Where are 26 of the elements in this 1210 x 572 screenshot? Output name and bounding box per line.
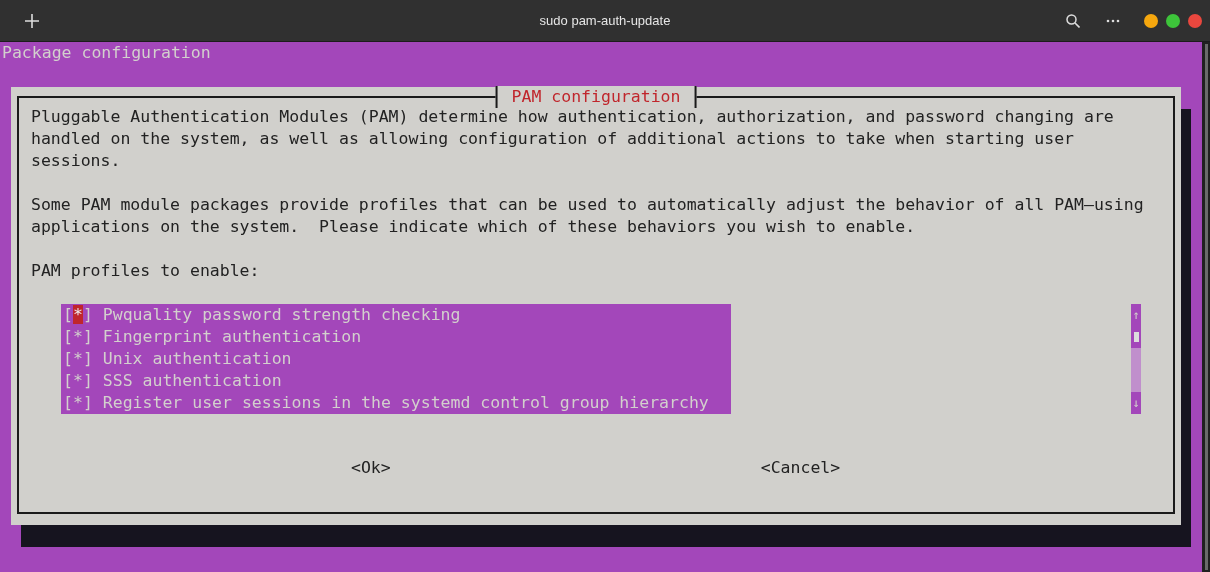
checkbox[interactable]: [*] [63,393,93,412]
close-button[interactable] [1188,13,1202,28]
dialog-button[interactable]: <Ok> [351,457,391,479]
checkbox[interactable]: [*] [63,371,93,390]
checkbox[interactable]: [*] [63,305,93,324]
terminal-scrollbar[interactable] [1204,44,1208,570]
list-scrollbar[interactable]: ↑ ↓ [1131,304,1141,414]
screen-header: Package configuration [1,42,212,64]
search-icon[interactable] [1066,13,1080,28]
description-text: Pluggable Authentication Modules (PAM) determine how authentication, authorization, and password changing are handled on the system, as well as allowing configuration of additional actions to take when starting user sessions. [31,106,1115,172]
minimize-button[interactable] [1144,13,1158,28]
option-label[interactable]: Register user sessions in the systemd control group hierarchy [102,393,709,412]
more-icon[interactable] [1106,18,1120,23]
maximize-button[interactable] [1166,13,1180,28]
option-label[interactable]: Fingerprint authentication [102,327,362,346]
description-text: Some PAM module packages provide profiles that can be used to automatically adjust the behavior of all PAM–using applications on the system. Please indicate which of these behaviors you wish to enable. [31,194,1145,238]
checkbox[interactable]: [*] [63,349,93,368]
prompt-text: PAM profiles to enable: [31,260,261,282]
add-tab-icon[interactable] [25,13,39,28]
dialog-button[interactable]: <Cancel> [760,457,841,479]
option-label[interactable]: Pwquality password strength checking [102,305,461,324]
dialog-title: PAM configuration [495,86,697,108]
option-label[interactable]: Unix authentication [102,349,292,368]
window-title: sudo pam-auth-update [539,13,671,28]
checkbox[interactable]: [*] [63,327,93,346]
option-label[interactable]: SSS authentication [102,371,282,390]
